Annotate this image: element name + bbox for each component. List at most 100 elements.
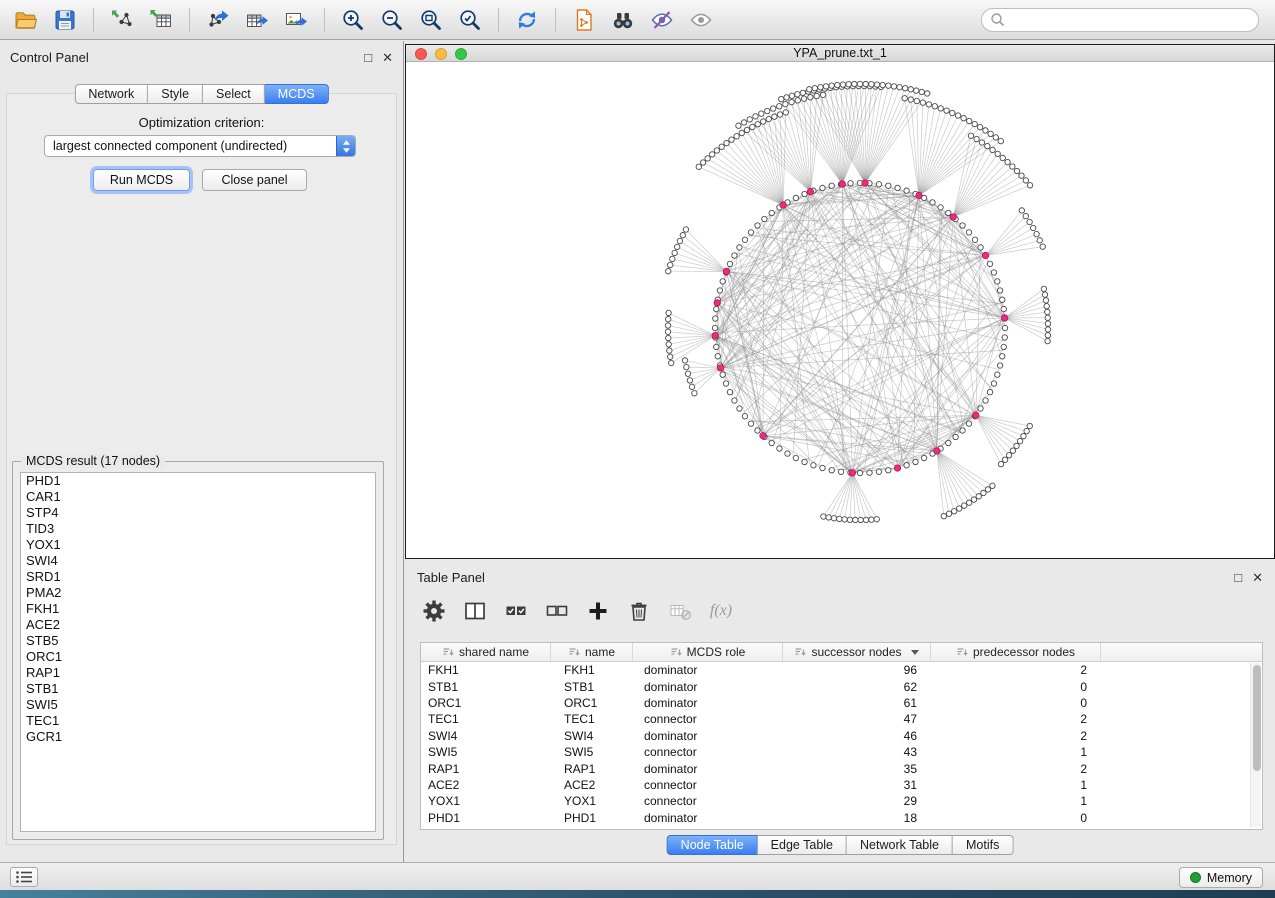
toolbar-separator (93, 8, 94, 32)
column-header-predecessor-nodes[interactable]: predecessor nodes (931, 643, 1101, 661)
table-cell: dominator (633, 811, 783, 825)
maximize-window-icon[interactable] (455, 48, 467, 60)
deselect-all-button[interactable] (544, 598, 570, 624)
run-mcds-button[interactable]: Run MCDS (93, 169, 190, 191)
table-body: FKH1FKH1dominator962STB1STB1dominator620… (421, 662, 1262, 826)
table-cell: 1 (931, 794, 1101, 808)
column-header-successor-nodes[interactable]: successor nodes (783, 643, 931, 661)
table-row[interactable]: STB1STB1dominator620 (421, 678, 1262, 694)
close-panel-button[interactable]: Close panel (202, 169, 307, 191)
mcds-result-item[interactable]: PMA2 (21, 585, 375, 601)
table-settings-button[interactable] (421, 598, 447, 624)
column-header-name[interactable]: name (551, 643, 633, 661)
show-columns-button[interactable] (462, 598, 488, 624)
save-session-button[interactable] (49, 5, 81, 35)
zoom-in-button[interactable] (337, 5, 369, 35)
search-box[interactable] (981, 8, 1259, 32)
tab-node-table[interactable]: Node Table (667, 835, 758, 855)
mcds-result-item[interactable]: CAR1 (21, 489, 375, 505)
float-panel-icon[interactable]: □ (1234, 571, 1242, 584)
zoom-selected-button[interactable] (454, 5, 486, 35)
mcds-result-item[interactable]: YOX1 (21, 537, 375, 553)
table-cell: SWI4 (421, 729, 551, 743)
mcds-result-item[interactable]: SWI4 (21, 553, 375, 569)
tab-mcds[interactable]: MCDS (265, 84, 329, 104)
search-input[interactable] (1010, 13, 1250, 27)
zoom-out-button[interactable] (376, 5, 408, 35)
function-builder-button: f(x) (708, 598, 734, 624)
mcds-result-item[interactable]: STP4 (21, 505, 375, 521)
select-all-button[interactable] (503, 598, 529, 624)
table-cell: dominator (633, 762, 783, 776)
tab-edge-table[interactable]: Edge Table (758, 835, 847, 855)
column-header-shared-name[interactable]: shared name (421, 643, 551, 661)
open-session-button[interactable] (10, 5, 42, 35)
find-button[interactable] (607, 5, 639, 35)
table-row[interactable]: FKH1FKH1dominator962 (421, 662, 1262, 678)
toolbar-separator (498, 8, 499, 32)
tab-select[interactable]: Select (203, 84, 265, 104)
mcds-result-item[interactable]: TEC1 (21, 713, 375, 729)
table-row[interactable]: ACE2ACE2connector311 (421, 777, 1262, 793)
hide-graphics-details-button[interactable] (646, 5, 678, 35)
table-row[interactable]: SWI5SWI5connector431 (421, 744, 1262, 760)
status-bar: Memory (0, 862, 1275, 890)
table-cell: 35 (783, 762, 931, 776)
show-graphics-details-button[interactable] (685, 5, 717, 35)
export-table-button[interactable] (241, 5, 273, 35)
mcds-result-item[interactable]: TID3 (21, 521, 375, 537)
scrollbar-thumb[interactable] (1253, 665, 1261, 771)
close-panel-icon[interactable]: ✕ (1252, 571, 1263, 584)
mcds-result-list[interactable]: PHD1CAR1STP4TID3YOX1SWI4SRD1PMA2FKH1ACE2… (20, 472, 376, 832)
network-canvas[interactable] (406, 62, 1274, 558)
memory-button[interactable]: Memory (1179, 867, 1263, 888)
tab-network-table[interactable]: Network Table (847, 835, 953, 855)
tab-style[interactable]: Style (148, 84, 203, 104)
tab-network[interactable]: Network (74, 84, 148, 104)
mcds-result-item[interactable]: SRD1 (21, 569, 375, 585)
table-cell: FKH1 (551, 663, 633, 677)
table-row[interactable]: PHD1PHD1dominator180 (421, 810, 1262, 826)
add-column-button[interactable] (585, 598, 611, 624)
table-row[interactable]: YOX1YOX1connector291 (421, 793, 1262, 809)
table-cell: YOX1 (421, 794, 551, 808)
mcds-result-item[interactable]: RAP1 (21, 665, 375, 681)
table-cell: TEC1 (551, 712, 633, 726)
mcds-result-item[interactable]: STB5 (21, 633, 375, 649)
column-header-mcds-role[interactable]: MCDS role (633, 643, 783, 661)
mcds-result-item[interactable]: PHD1 (21, 473, 375, 489)
mcds-result-item[interactable]: GCR1 (21, 729, 375, 745)
search-icon (990, 12, 1005, 27)
show-panels-button[interactable] (10, 867, 38, 887)
table-row[interactable]: ORC1ORC1dominator610 (421, 695, 1262, 711)
table-cell: dominator (633, 680, 783, 694)
table-scrollbar[interactable] (1250, 663, 1261, 827)
float-panel-icon[interactable]: □ (364, 51, 372, 64)
table-cell: 46 (783, 729, 931, 743)
save-floppy-icon (52, 7, 78, 33)
dropdown-stepper-icon (336, 135, 355, 157)
import-network-button[interactable] (106, 5, 138, 35)
network-analyzer-button[interactable] (568, 5, 600, 35)
table-row[interactable]: RAP1RAP1dominator352 (421, 760, 1262, 776)
close-window-icon[interactable] (415, 48, 427, 60)
refresh-button[interactable] (511, 5, 543, 35)
minimize-window-icon[interactable] (435, 48, 447, 60)
table-row[interactable]: SWI4SWI4dominator462 (421, 728, 1262, 744)
close-panel-icon[interactable]: ✕ (382, 51, 393, 64)
mcds-result-item[interactable]: ORC1 (21, 649, 375, 665)
table-cell: 29 (783, 794, 931, 808)
mcds-result-item[interactable]: SWI5 (21, 697, 375, 713)
table-row[interactable]: TEC1TEC1connector472 (421, 711, 1262, 727)
import-table-button[interactable] (145, 5, 177, 35)
export-network-button[interactable] (202, 5, 234, 35)
tab-motifs[interactable]: Motifs (953, 835, 1013, 855)
export-image-button[interactable] (280, 5, 312, 35)
table-cell: connector (633, 794, 783, 808)
fit-content-button[interactable] (415, 5, 447, 35)
mcds-result-item[interactable]: FKH1 (21, 601, 375, 617)
optimization-criterion-select[interactable]: largest connected component (undirected) (44, 135, 356, 157)
mcds-result-item[interactable]: ACE2 (21, 617, 375, 633)
delete-column-button[interactable] (626, 598, 652, 624)
mcds-result-item[interactable]: STB1 (21, 681, 375, 697)
